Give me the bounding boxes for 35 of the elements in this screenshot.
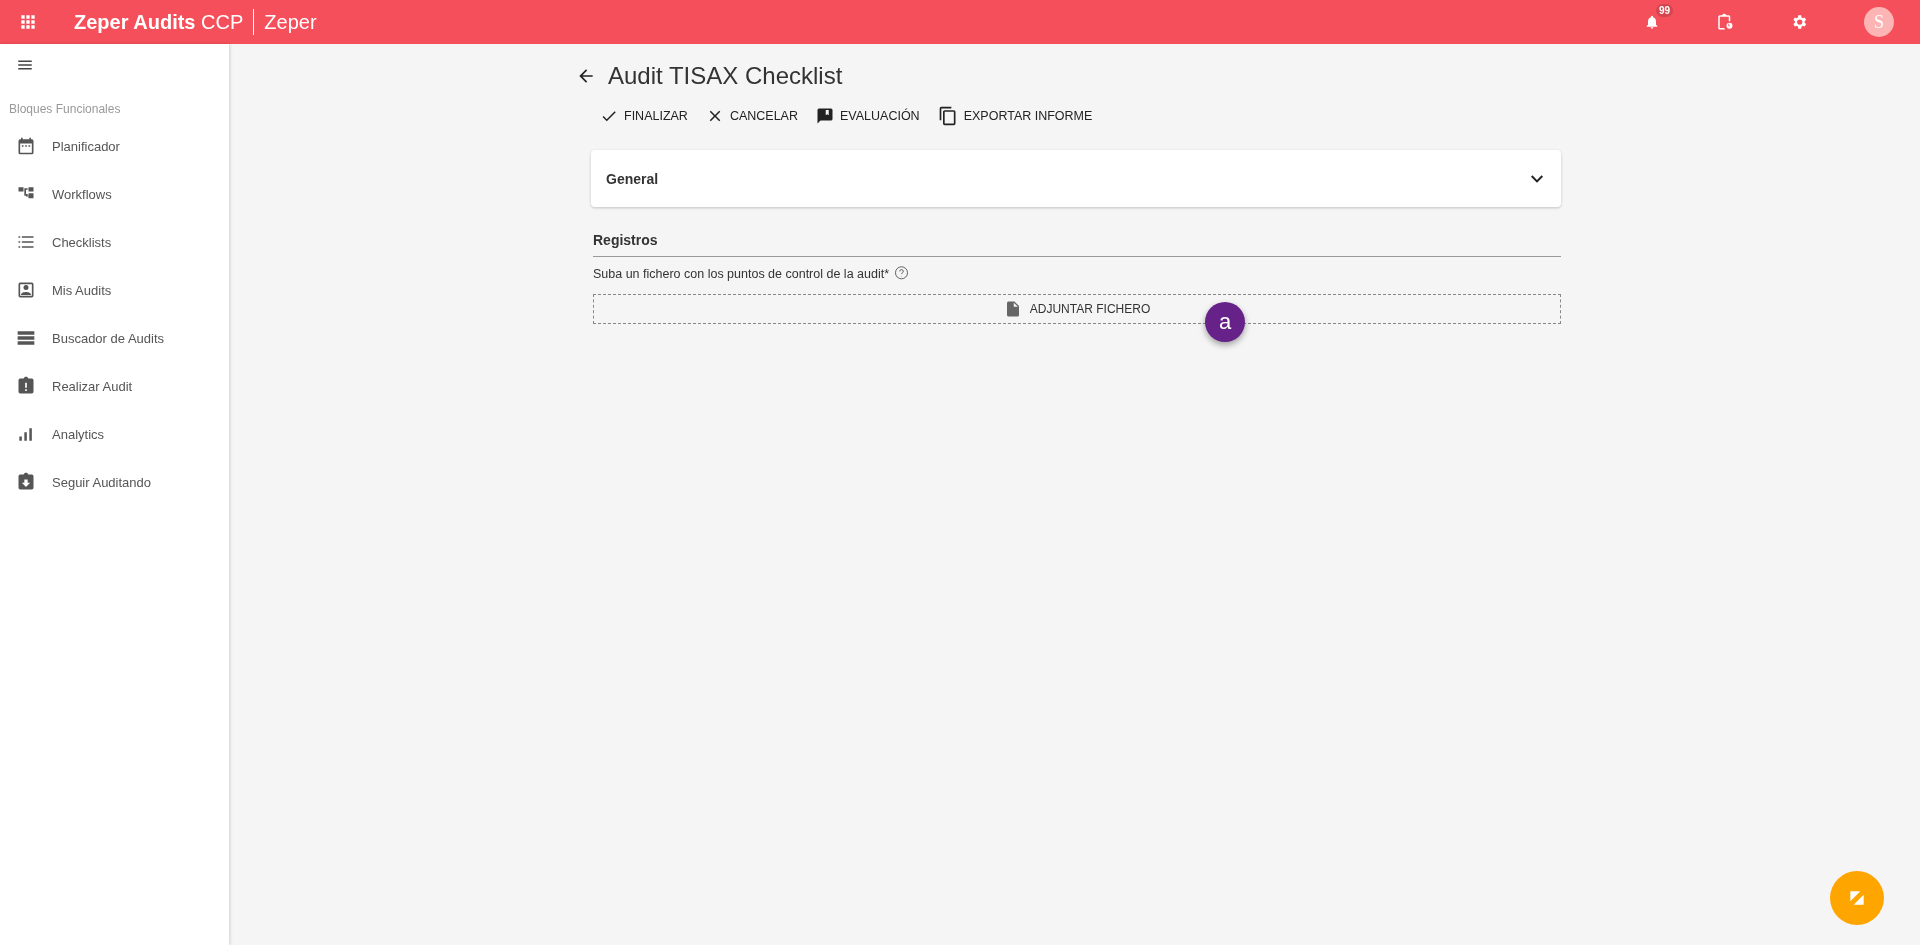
- sidebar-item[interactable]: Realizar Audit: [0, 362, 229, 410]
- clipboard-alert-icon: [16, 376, 36, 396]
- help-fab[interactable]: [1830, 871, 1884, 925]
- sidebar-item[interactable]: Buscador de Audits: [0, 314, 229, 362]
- contact-card-icon: [16, 280, 36, 300]
- calendar-icon: [16, 136, 36, 156]
- logo-icon: [1847, 888, 1867, 908]
- chevron-icon: [1531, 174, 1543, 183]
- general-panel[interactable]: General: [591, 150, 1561, 207]
- page-title: Audit TISAX Checklist: [608, 62, 843, 90]
- upload-label: Suba un fichero con los puntos de control de la audit*: [593, 266, 890, 281]
- bell-icon[interactable]: [1644, 14, 1660, 30]
- sidebar-item[interactable]: Mis Audits: [0, 266, 229, 314]
- app-title: Zeper Audits CCP: [74, 9, 255, 35]
- help-icon: [893, 265, 911, 282]
- annotation-marker: a: [1205, 302, 1245, 342]
- sidebar-section-title: Bloques Funcionales: [8, 101, 122, 118]
- storage-rows-icon: [16, 328, 36, 348]
- copy-icon: [937, 106, 958, 126]
- organization-name: Zeper: [264, 10, 317, 34]
- sidebar-item[interactable]: Workflows: [0, 170, 229, 218]
- sidebar-item[interactable]: Checklists: [0, 218, 229, 266]
- clipboard-clock-icon[interactable]: [1716, 13, 1734, 31]
- action-button[interactable]: CANCELAR: [705, 106, 798, 126]
- sidebar-item[interactable]: Analytics: [0, 410, 229, 458]
- section-heading: Registros: [593, 232, 1561, 257]
- action-button[interactable]: EVALUACIÓN: [816, 106, 920, 126]
- action-button[interactable]: EXPORTAR INFORME: [937, 106, 1093, 126]
- notification-count: 99: [1656, 4, 1674, 17]
- sidebar-item[interactable]: Seguir Auditando: [0, 458, 229, 506]
- clipboard-download-icon: [16, 472, 36, 492]
- action-button[interactable]: FINALIZAR: [600, 106, 688, 126]
- app-grid-icon: [18, 12, 38, 32]
- sidebar-item[interactable]: Planificador: [0, 122, 229, 170]
- comment-bookmark-icon: [816, 107, 834, 125]
